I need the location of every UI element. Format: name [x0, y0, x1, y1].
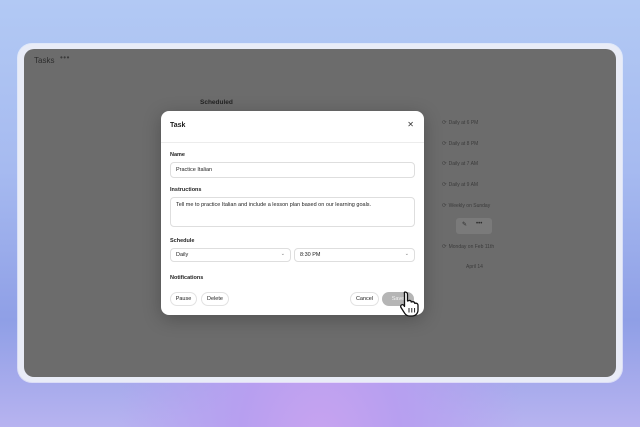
task-dialog: Task ✕ Name Practice Italian Instruction…	[161, 111, 424, 315]
name-label: Name	[170, 152, 185, 158]
name-field[interactable]: Practice Italian	[170, 162, 415, 178]
notifications-label: Notifications	[170, 275, 204, 281]
dialog-title: Task	[170, 122, 186, 129]
chevron-down-icon: ⌄	[280, 251, 285, 257]
pointer-hand-icon	[400, 291, 419, 317]
row-actions: ✎ •••	[456, 218, 492, 234]
repeat-icon: ⟳	[442, 182, 447, 188]
schedule-row[interactable]: ⟳ Daily at 9 AM	[442, 182, 478, 188]
schedule-row[interactable]: ⟳ Weekly on Sunday	[442, 203, 490, 209]
cancel-button[interactable]: Cancel	[350, 292, 379, 306]
time-select[interactable]: 8:30 PM ⌄	[294, 248, 415, 262]
section-title: Scheduled	[200, 99, 233, 106]
schedule-row[interactable]: ⟳ Daily at 7 AM	[442, 161, 478, 167]
chevron-down-icon: ⌄	[404, 251, 409, 257]
repeat-icon: ⟳	[442, 120, 447, 126]
more-icon[interactable]: •••	[60, 53, 70, 62]
frequency-select[interactable]: Daily ⌄	[170, 248, 291, 262]
repeat-icon: ⟳	[442, 141, 447, 147]
more-icon[interactable]: •••	[476, 221, 482, 227]
schedule-row[interactable]: ⟳ Daily at 6 PM	[442, 120, 478, 126]
instructions-field[interactable]: Tell me to practice Italian and include …	[170, 197, 415, 227]
pencil-icon[interactable]: ✎	[462, 221, 467, 228]
schedule-row[interactable]: April 14	[466, 264, 483, 270]
close-icon[interactable]: ✕	[407, 120, 414, 129]
app-title: Tasks	[34, 56, 55, 65]
divider	[161, 142, 424, 143]
repeat-icon: ⟳	[442, 203, 447, 209]
schedule-row[interactable]: ⟳ Monday on Feb 11th	[442, 244, 494, 250]
pause-button[interactable]: Pause	[170, 292, 197, 306]
instructions-label: Instructions	[170, 187, 202, 193]
delete-button[interactable]: Delete	[201, 292, 229, 306]
repeat-icon: ⟳	[442, 244, 447, 250]
repeat-icon: ⟳	[442, 161, 447, 167]
schedule-row[interactable]: ⟳ Daily at 8 PM	[442, 141, 478, 147]
schedule-label: Schedule	[170, 238, 195, 244]
